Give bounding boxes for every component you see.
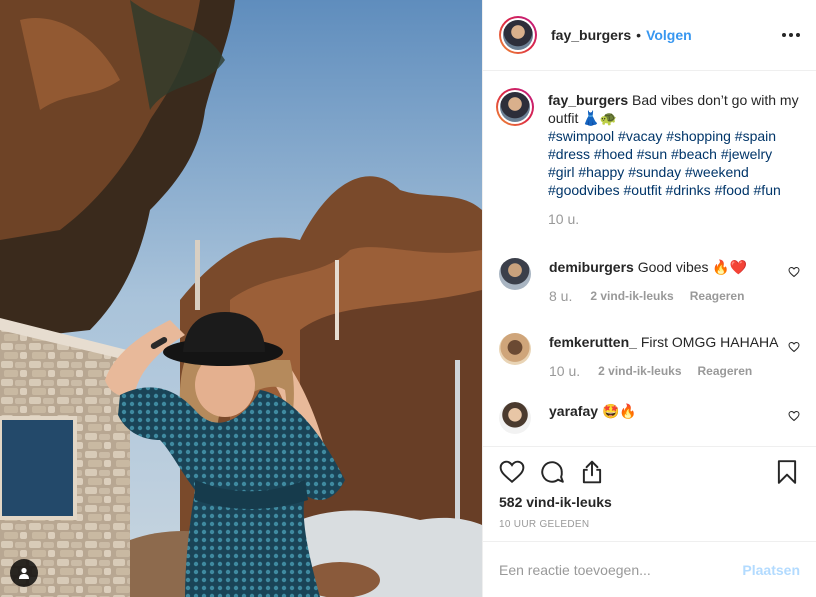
add-comment-bar: Plaatsen xyxy=(483,541,816,597)
comment-time[interactable]: 8 u. xyxy=(549,287,572,305)
hashtag-link[interactable]: #outfit xyxy=(624,182,662,198)
caption-username[interactable]: fay_burgers xyxy=(548,92,628,108)
action-icon-row xyxy=(499,459,800,485)
comment-text: Good vibes 🔥❤️ xyxy=(637,259,748,275)
comments-list[interactable]: fay_burgers Bad vibes don’t go with my o… xyxy=(483,71,816,446)
caption-avatar[interactable] xyxy=(496,88,534,126)
comment-icon[interactable] xyxy=(539,459,565,485)
hashtag-link[interactable]: #dress xyxy=(548,146,590,162)
comment-like-heart-icon[interactable] xyxy=(788,410,800,422)
hashtag-link[interactable]: #sun xyxy=(637,146,667,162)
comment-likes[interactable]: 2 vind-ik-leuks xyxy=(598,362,681,380)
post-side-panel: fay_burgers • Volgen fay_burgers Bad vib… xyxy=(482,0,816,597)
bookmark-icon[interactable] xyxy=(774,459,800,485)
hashtag-link[interactable]: #fun xyxy=(754,182,781,198)
comment-item: yarafay 🤩🔥 xyxy=(499,402,800,434)
photo-scene xyxy=(0,0,482,597)
hashtag-link[interactable]: #happy xyxy=(578,164,624,180)
hashtag-link[interactable]: #beach xyxy=(671,146,717,162)
hashtag-link[interactable]: #girl xyxy=(548,164,574,180)
comment-text: First OMGG HAHAHA xyxy=(640,334,779,350)
hashtag-link[interactable]: #weekend xyxy=(685,164,749,180)
share-icon[interactable] xyxy=(579,459,605,485)
reply-button[interactable]: Reageren xyxy=(690,287,745,305)
post-actions: 582 vind-ik-leuks 10 UUR GELEDEN xyxy=(483,446,816,541)
more-horizontal-icon[interactable] xyxy=(782,33,800,37)
commenter-avatar[interactable] xyxy=(499,402,531,434)
hashtag-link[interactable]: #swimpool xyxy=(548,128,614,144)
caption-text: fay_burgers Bad vibes don’t go with my o… xyxy=(548,91,800,199)
post-caption: fay_burgers Bad vibes don’t go with my o… xyxy=(496,71,800,228)
instagram-post: fay_burgers • Volgen fay_burgers Bad vib… xyxy=(0,0,816,597)
comment-time[interactable]: 10 u. xyxy=(549,362,580,380)
hashtag-link[interactable]: #spain xyxy=(735,128,776,144)
hashtag-link[interactable]: #jewelry xyxy=(721,146,772,162)
author-avatar[interactable] xyxy=(499,16,537,54)
comment-item: femkerutten_ First OMGG HAHAHA 10 u. 2 v… xyxy=(499,333,800,380)
hashtag-link[interactable]: #drinks xyxy=(666,182,711,198)
hashtag-link[interactable]: #food xyxy=(715,182,750,198)
hashtag-link[interactable]: #sunday xyxy=(628,164,681,180)
hashtag-link[interactable]: #hoed xyxy=(594,146,633,162)
commenter-avatar[interactable] xyxy=(499,333,531,365)
reply-button[interactable]: Reageren xyxy=(698,362,753,380)
comment-text: 🤩🔥 xyxy=(601,403,637,419)
hashtag-link[interactable]: #goodvibes xyxy=(548,182,620,198)
comment-like-heart-icon[interactable] xyxy=(788,266,800,278)
tag-user-button[interactable] xyxy=(10,559,38,587)
like-count[interactable]: 582 vind-ik-leuks xyxy=(499,494,800,510)
comment-input[interactable] xyxy=(499,561,743,578)
follow-button[interactable]: Volgen xyxy=(646,27,692,43)
post-header: fay_burgers • Volgen xyxy=(483,0,816,71)
comment-like-heart-icon[interactable] xyxy=(788,341,800,353)
comment-username[interactable]: yarafay xyxy=(549,403,598,419)
user-icon xyxy=(19,567,29,579)
header-separator: • xyxy=(636,27,642,43)
post-timestamp[interactable]: 10 UUR GELEDEN xyxy=(499,519,800,530)
author-username[interactable]: fay_burgers xyxy=(551,27,631,43)
commenter-avatar[interactable] xyxy=(499,258,531,290)
comment-username[interactable]: femkerutten_ xyxy=(549,334,637,350)
caption-time[interactable]: 10 u. xyxy=(548,210,579,228)
comment-likes[interactable]: 2 vind-ik-leuks xyxy=(590,287,673,305)
post-comment-button[interactable]: Plaatsen xyxy=(742,562,800,578)
hashtag-link[interactable]: #shopping xyxy=(666,128,731,144)
heart-icon[interactable] xyxy=(499,459,525,485)
post-photo[interactable] xyxy=(0,0,482,597)
hashtag-link[interactable]: #vacay xyxy=(618,128,662,144)
comment-username[interactable]: demiburgers xyxy=(549,259,634,275)
comment-item: demiburgers Good vibes 🔥❤️ 8 u. 2 vind-i… xyxy=(499,258,800,305)
caption-meta: 10 u. xyxy=(548,210,800,228)
